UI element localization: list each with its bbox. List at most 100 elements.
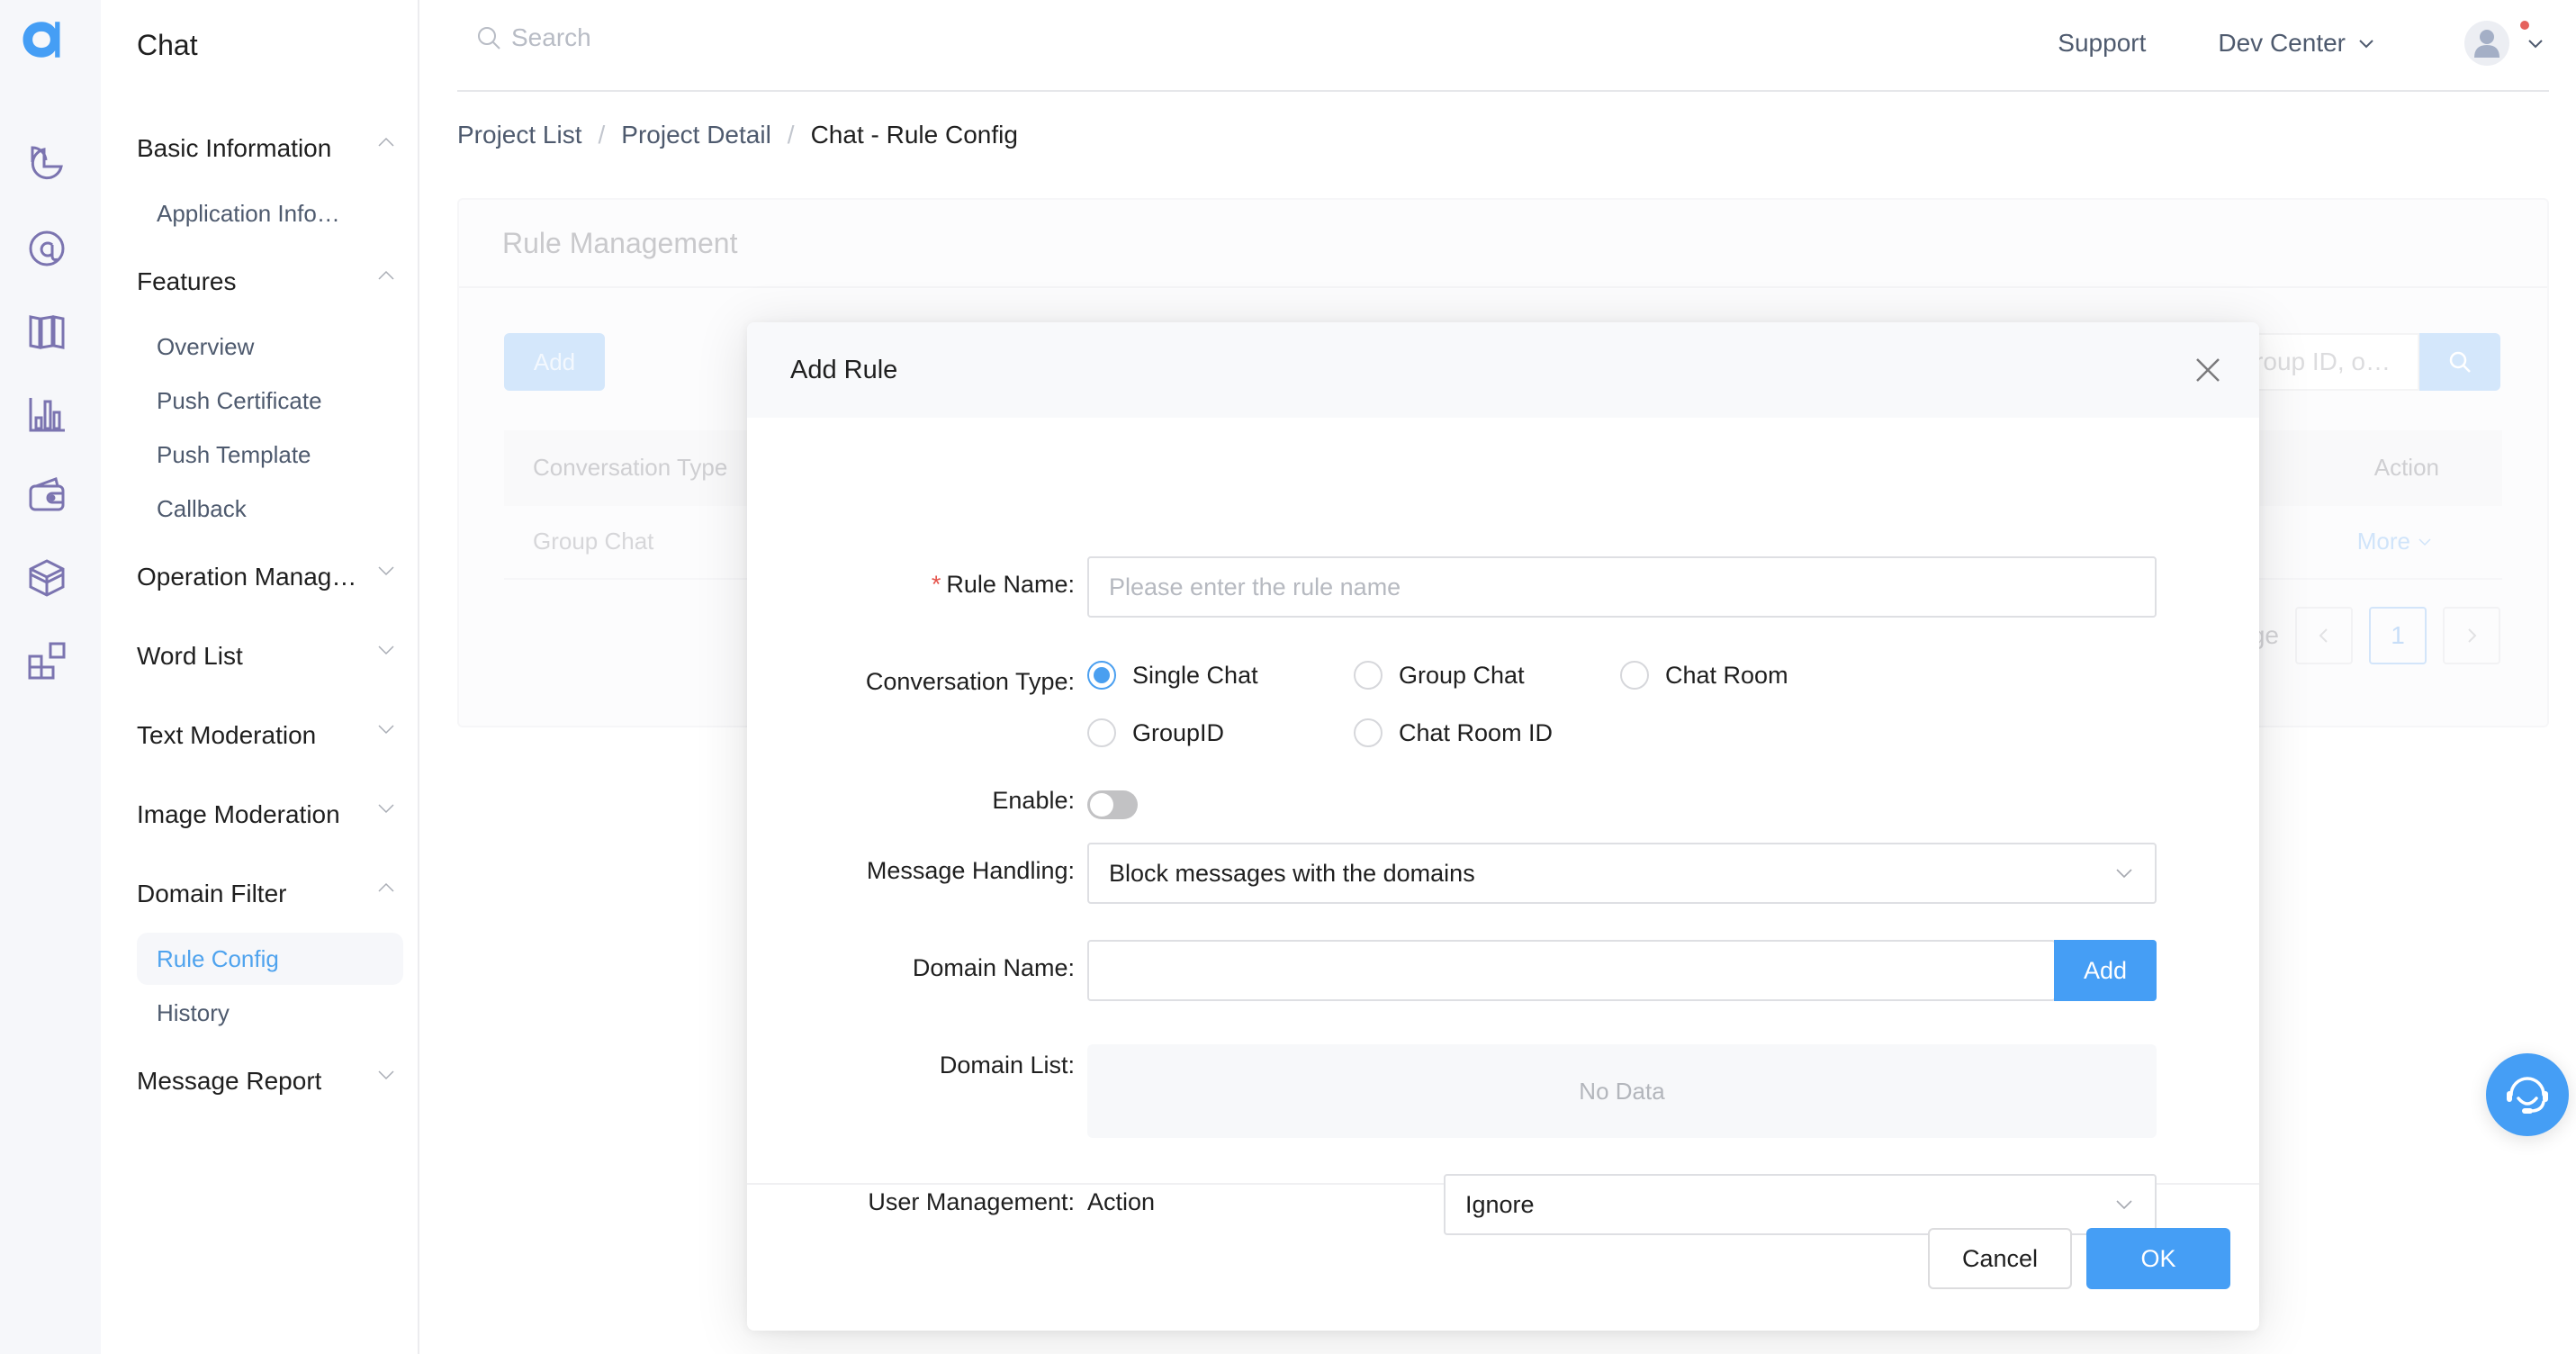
message-handling-select[interactable]: Block messages with the domains [1087, 843, 2157, 904]
dev-center-label: Dev Center [2218, 29, 2346, 57]
rule-name-label: * Rule Name: [931, 571, 1075, 598]
radio-label: Chat Room [1665, 661, 1788, 689]
headset-icon [2507, 1077, 2548, 1114]
sidebar-group-features[interactable]: Features [137, 259, 398, 304]
chevron-down-icon [2116, 869, 2132, 879]
chevron-down-icon [378, 1070, 394, 1080]
at-sign-icon[interactable] [25, 227, 68, 270]
add-rule-button[interactable]: Add [504, 333, 605, 391]
bar-chart-icon[interactable] [25, 393, 68, 436]
message-handling-label: Message Handling: [866, 857, 1075, 884]
sidebar-group-word-list[interactable]: Word List [137, 634, 398, 679]
sidebar-group-label: Basic Information [137, 134, 332, 162]
sidebar-item-push-template[interactable]: Push Template [137, 429, 403, 481]
enable-toggle[interactable] [1087, 790, 1138, 819]
chevron-up-icon [378, 137, 394, 147]
close-button[interactable] [2193, 355, 2223, 385]
radio-label: Group Chat [1399, 661, 1525, 689]
sidebar-group-label: Domain Filter [137, 880, 287, 907]
radio-label: GroupID [1132, 718, 1225, 746]
sidebar-group-label: Features [137, 267, 237, 295]
radio-group-id[interactable]: GroupID [1087, 718, 1224, 747]
sidebar-group-domain-filter[interactable]: Domain Filter [137, 871, 398, 916]
sidebar-group-operation-management[interactable]: Operation Manag… [137, 555, 398, 600]
domain-list-label: Domain List: [939, 1052, 1075, 1079]
support-link[interactable]: Support [2058, 29, 2146, 58]
next-page-button[interactable] [2443, 607, 2500, 664]
sidebar-group-text-moderation[interactable]: Text Moderation [137, 713, 398, 758]
chevron-down-icon[interactable] [2526, 33, 2545, 53]
breadcrumb-separator: / [787, 121, 795, 149]
ok-button[interactable]: OK [2086, 1228, 2230, 1289]
customer-support-button[interactable] [2486, 1053, 2569, 1136]
breadcrumb-project-detail[interactable]: Project Detail [621, 121, 771, 149]
modal-header: Add Rule [747, 322, 2259, 418]
header-actions: Support Dev Center [2058, 16, 2549, 70]
conversation-type-label: Conversation Type: [865, 668, 1075, 695]
domain-name-label: Domain Name: [912, 954, 1075, 981]
chevron-right-icon [2468, 628, 2477, 643]
sidebar-item-history[interactable]: History [137, 987, 403, 1039]
sidebar-group-label: Image Moderation [137, 800, 340, 828]
box-icon[interactable] [25, 556, 68, 600]
sidebar-group-message-report[interactable]: Message Report [137, 1059, 398, 1104]
chevron-left-icon [2319, 628, 2328, 643]
search-icon [478, 27, 500, 50]
sidebar-group-label: Text Moderation [137, 721, 317, 749]
radio-label: Chat Room ID [1399, 718, 1554, 746]
add-domain-button[interactable]: Add [2054, 940, 2157, 1001]
chevron-down-icon [378, 645, 394, 655]
breadcrumb-current: Chat - Rule Config [810, 121, 1018, 149]
chevron-up-icon [378, 270, 394, 280]
agora-logo[interactable] [22, 20, 74, 70]
notification-dot [2520, 21, 2529, 30]
domain-list-empty: No Data [1087, 1044, 2157, 1138]
sidebar-item-callback[interactable]: Callback [137, 483, 403, 535]
dev-center-dropdown[interactable]: Dev Center [2218, 29, 2376, 58]
add-rule-modal: Add Rule * Rule Name: Please enter the ru… [747, 322, 2259, 1331]
breadcrumb: Project List / Project Detail / Chat - R… [457, 121, 1018, 149]
modal-body: * Rule Name: Please enter the rule name C… [747, 418, 2259, 1235]
user-icon [2474, 30, 2499, 58]
radio-circle [1354, 661, 1383, 690]
sidebar-group-basic-information[interactable]: Basic Information [137, 126, 398, 171]
message-handling-value: Block messages with the domains [1109, 859, 1475, 887]
sidebar-group-label: Message Report [137, 1067, 322, 1095]
global-search[interactable]: Search [475, 23, 591, 52]
sidebar-group-label: Operation Manag… [137, 563, 357, 591]
pagination: ge 1 [2251, 607, 2500, 664]
radio-chat-room[interactable]: Chat Room [1620, 661, 1788, 690]
apps-icon[interactable] [25, 639, 68, 682]
radio-circle [1087, 718, 1116, 747]
breadcrumb-separator: / [598, 121, 606, 149]
cancel-button[interactable]: Cancel [1928, 1228, 2072, 1289]
enable-label: Enable: [992, 787, 1075, 814]
user-avatar[interactable] [2464, 21, 2509, 66]
map-icon[interactable] [25, 310, 68, 353]
more-actions-dropdown[interactable]: More [2357, 528, 2432, 555]
sidebar-item-rule-config[interactable]: Rule Config [137, 933, 403, 985]
pie-chart-icon[interactable] [25, 142, 68, 185]
domain-name-input[interactable] [1087, 940, 2056, 1001]
sidebar-item-push-certificate[interactable]: Push Certificate [137, 375, 403, 427]
sidebar-item-application-info[interactable]: Application Info… [137, 187, 403, 239]
sidebar-group-image-moderation[interactable]: Image Moderation [137, 792, 398, 837]
radio-chat-room-id[interactable]: Chat Room ID [1354, 718, 1553, 747]
radio-single-chat[interactable]: Single Chat [1087, 661, 1258, 690]
chevron-up-icon [378, 882, 394, 892]
breadcrumb-project-list[interactable]: Project List [457, 121, 582, 149]
wallet-icon[interactable] [25, 474, 68, 517]
sidebar-item-overview[interactable]: Overview [137, 320, 403, 373]
search-icon [2449, 351, 2471, 373]
radio-circle [1620, 661, 1649, 690]
chevron-down-icon [378, 566, 394, 576]
rule-search-button[interactable] [2419, 333, 2500, 391]
column-conversation-type: Conversation Type [533, 454, 728, 481]
top-header: Search Support Dev Center [457, 0, 2549, 92]
modal-footer: Cancel OK [747, 1185, 2259, 1331]
page-button-current[interactable]: 1 [2369, 607, 2427, 664]
prev-page-button[interactable] [2295, 607, 2353, 664]
radio-group-chat[interactable]: Group Chat [1354, 661, 1525, 690]
cell-conversation-type: Group Chat [533, 528, 654, 555]
rule-name-input[interactable]: Please enter the rule name [1087, 556, 2157, 618]
